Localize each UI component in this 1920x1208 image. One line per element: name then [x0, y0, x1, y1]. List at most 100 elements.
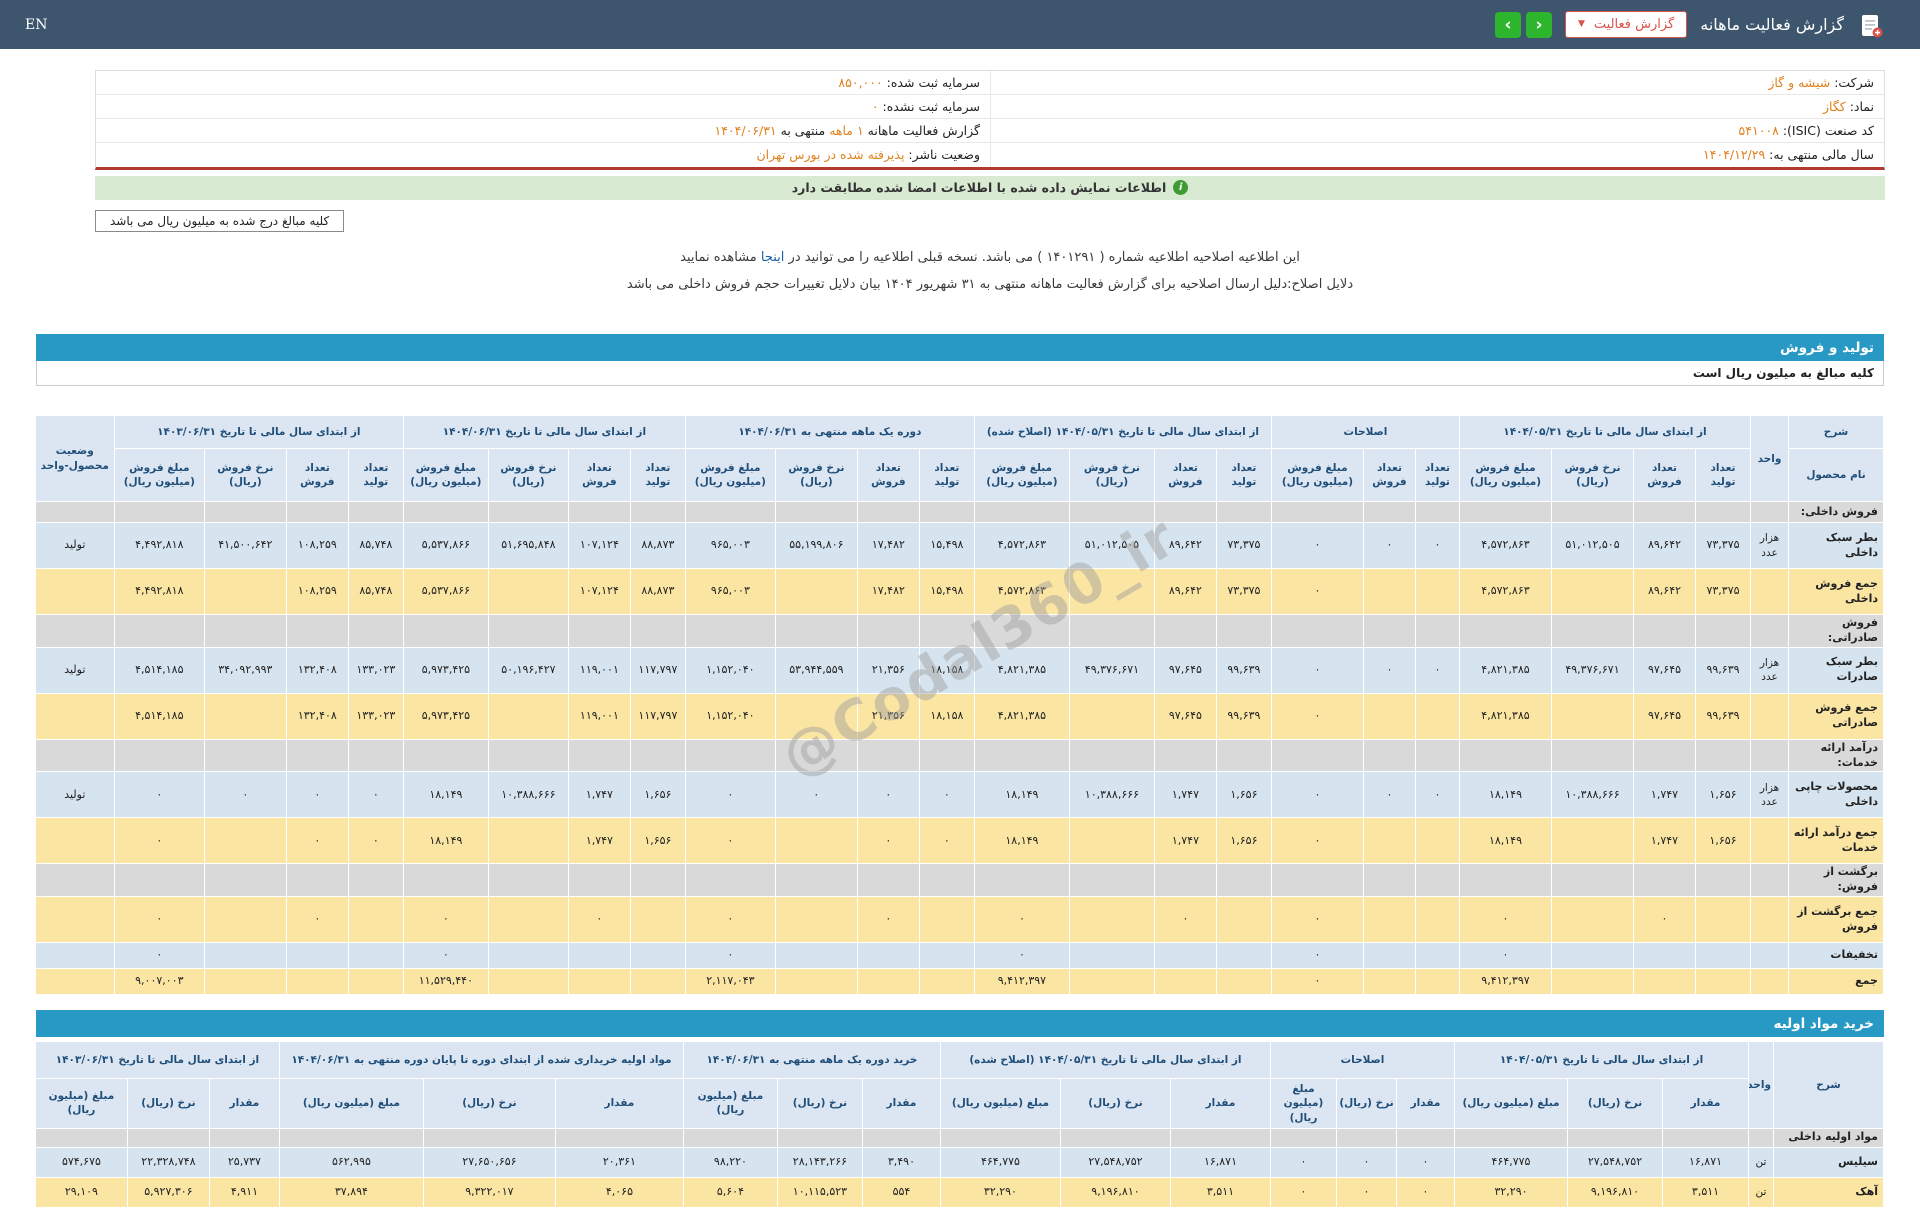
value-cell: ۰ — [1270, 896, 1364, 944]
unit-cell — [1750, 817, 1789, 865]
value-cell: ۴,۵۷۲,۸۶۳ — [973, 522, 1070, 570]
value-cell — [918, 614, 975, 648]
value-cell — [1633, 501, 1696, 524]
previous-version-link[interactable]: اینجا — [761, 250, 785, 265]
value-cell: ۱,۷۴۷ — [1633, 817, 1696, 865]
column-group-header: از ابتدای سال مالی تا تاریخ ۱۴۰۴/۰۵/۳۱ — [1454, 1041, 1749, 1080]
next-report-button[interactable]: ‹ — [1525, 11, 1552, 38]
value-cell: ۰ — [1269, 1176, 1338, 1208]
value-cell — [1414, 692, 1460, 740]
value-cell: ۰ — [774, 771, 858, 819]
column-header: تعداد تولید — [918, 448, 975, 503]
symbol-label: نماد: — [1849, 99, 1874, 115]
unregistered-capital-cell: سرمایه ثبت نشده: ۰ — [96, 95, 990, 120]
value-cell — [918, 738, 975, 773]
value-cell — [1153, 968, 1217, 996]
t1-group-header-row: شرح واحد از ابتدای سال مالی تا تاریخ ۱۴۰… — [34, 415, 1884, 503]
column-group-header: شرح — [1788, 415, 1884, 450]
value-cell: ۴۹,۳۷۶,۶۷۱ — [1551, 646, 1634, 694]
value-cell: ۱۳۳,۰۲۳ — [347, 692, 404, 740]
value-cell — [487, 896, 569, 944]
value-cell: ۲۷,۵۴۸,۷۵۲ — [1567, 1146, 1663, 1178]
info-icon: i — [1173, 180, 1189, 195]
unit-cell — [1750, 896, 1789, 944]
column-header: نرخ (ریال) — [126, 1078, 210, 1129]
value-cell — [1414, 501, 1460, 524]
status-cell — [34, 817, 115, 865]
value-cell — [1362, 817, 1416, 865]
value-cell — [203, 614, 287, 648]
value-cell: ۵,۹۷۳,۴۲۵ — [402, 646, 489, 694]
value-cell — [1362, 568, 1416, 616]
value-cell: ۴۶۴,۷۷۵ — [1454, 1146, 1568, 1178]
value-cell — [203, 817, 287, 865]
value-cell: ۰ — [1269, 1146, 1338, 1178]
value-cell — [629, 501, 686, 524]
value-cell: ۱,۷۴۷ — [567, 771, 631, 819]
value-cell — [1270, 501, 1364, 524]
value-cell — [1551, 942, 1634, 970]
value-cell — [1414, 942, 1460, 970]
value-cell: ۷۳,۳۷۵ — [1215, 568, 1272, 616]
row-label-cell: تخفیفات — [1788, 942, 1884, 970]
value-cell: ۴,۹۱۱ — [208, 1176, 280, 1208]
value-cell: ۰ — [1362, 522, 1416, 570]
report-type-dropdown[interactable]: گزارش فعالیت ▼ — [1564, 11, 1688, 38]
publisher-status-label: وضعیت ناشر: — [908, 147, 980, 163]
value-cell — [1068, 942, 1155, 970]
value-cell — [774, 738, 858, 773]
value-cell: ۹۷,۶۴۵ — [1633, 692, 1696, 740]
column-header: نرخ (ریال) — [1336, 1078, 1397, 1129]
row-label-cell: بطر سبک داخلی — [1788, 522, 1884, 570]
value-cell — [208, 1127, 280, 1148]
value-cell — [402, 863, 489, 898]
row-label-cell: جمع برگشت از فروش — [1788, 896, 1884, 944]
value-cell: ۴,۵۷۲,۸۶۳ — [973, 568, 1070, 616]
product-row: بطر سبک داخلی هزار عدد ۷۳,۳۷۵ ۸۹,۶۴۲ ۵۱,۰۱۲,… — [34, 522, 1884, 570]
value-cell — [1567, 1127, 1663, 1148]
value-cell: ۹,۰۰۷,۰۰۳ — [113, 968, 205, 996]
value-cell — [203, 568, 287, 616]
value-cell — [1414, 968, 1460, 996]
value-cell: ۸۵,۷۴۸ — [347, 522, 404, 570]
value-cell: ۱,۶۵۶ — [1695, 817, 1751, 865]
value-cell — [347, 942, 404, 970]
column-header: مبلغ فروش (میلیون ریال) — [113, 448, 205, 503]
value-cell — [487, 968, 569, 996]
unit-cell — [1750, 738, 1789, 773]
unit-cell — [1750, 501, 1789, 524]
column-group-header: از ابتدای سال مالی تا تاریخ ۱۴۰۴/۰۵/۳۱ (… — [939, 1041, 1271, 1080]
section-row: مواد اولیه داخلی — [34, 1127, 1884, 1148]
value-cell: ۱۳۳,۰۲۳ — [347, 646, 404, 694]
column-group-header: واحد — [1750, 415, 1789, 503]
unit-cell — [1750, 568, 1789, 616]
value-cell: ۹,۳۲۲,۰۱۷ — [422, 1176, 556, 1208]
column-group-header: دوره یک ماهه منتهی به ۱۴۰۴/۰۶/۳۱ — [684, 415, 975, 450]
value-cell — [776, 1127, 863, 1148]
value-cell: ۰ — [684, 942, 776, 970]
row-label-cell: بطر سبک صادرات — [1788, 646, 1884, 694]
value-cell: ۵۵۴ — [861, 1176, 941, 1208]
value-cell — [629, 942, 686, 970]
unit-cell — [1750, 692, 1789, 740]
subtotal-row: جمع برگشت از فروش ۰ ۰ ۰ ۰ ۰ ۰ ۰ ۰ ۰ ۰ ۰ — [34, 896, 1884, 944]
value-cell: ۵,۵۳۷,۸۶۶ — [402, 522, 489, 570]
value-cell — [1633, 738, 1696, 773]
language-toggle-link[interactable]: EN — [25, 17, 47, 33]
value-cell: ۲۲,۳۲۸,۷۴۸ — [126, 1146, 210, 1178]
value-cell: ۷۳,۳۷۵ — [1215, 522, 1272, 570]
row-label-cell: برگشت از فروش: — [1788, 863, 1884, 898]
value-cell — [34, 1127, 128, 1148]
value-cell: ۰ — [684, 817, 776, 865]
column-group-header: وضعیت محصول-واحد — [34, 415, 115, 503]
unit-cell: هزار عدد — [1750, 646, 1789, 694]
amendment-line1: این اطلاعیه اصلاحیه اطلاعیه شماره ( ۱۴۰۱… — [95, 244, 1885, 271]
status-cell — [34, 896, 115, 944]
isic-value: ۵۴۱۰۰۸ — [1738, 123, 1779, 139]
value-cell: ۰ — [347, 771, 404, 819]
prev-report-button[interactable]: › — [1494, 11, 1521, 38]
report-period-length: ۱ ماهه — [829, 123, 864, 139]
t2-sub-header-row: مقدار نرخ (ریال) مبلغ (میلیون ریال) مقدار نر… — [34, 1078, 1883, 1129]
value-cell: ۰ — [1458, 896, 1553, 944]
value-cell — [487, 568, 569, 616]
